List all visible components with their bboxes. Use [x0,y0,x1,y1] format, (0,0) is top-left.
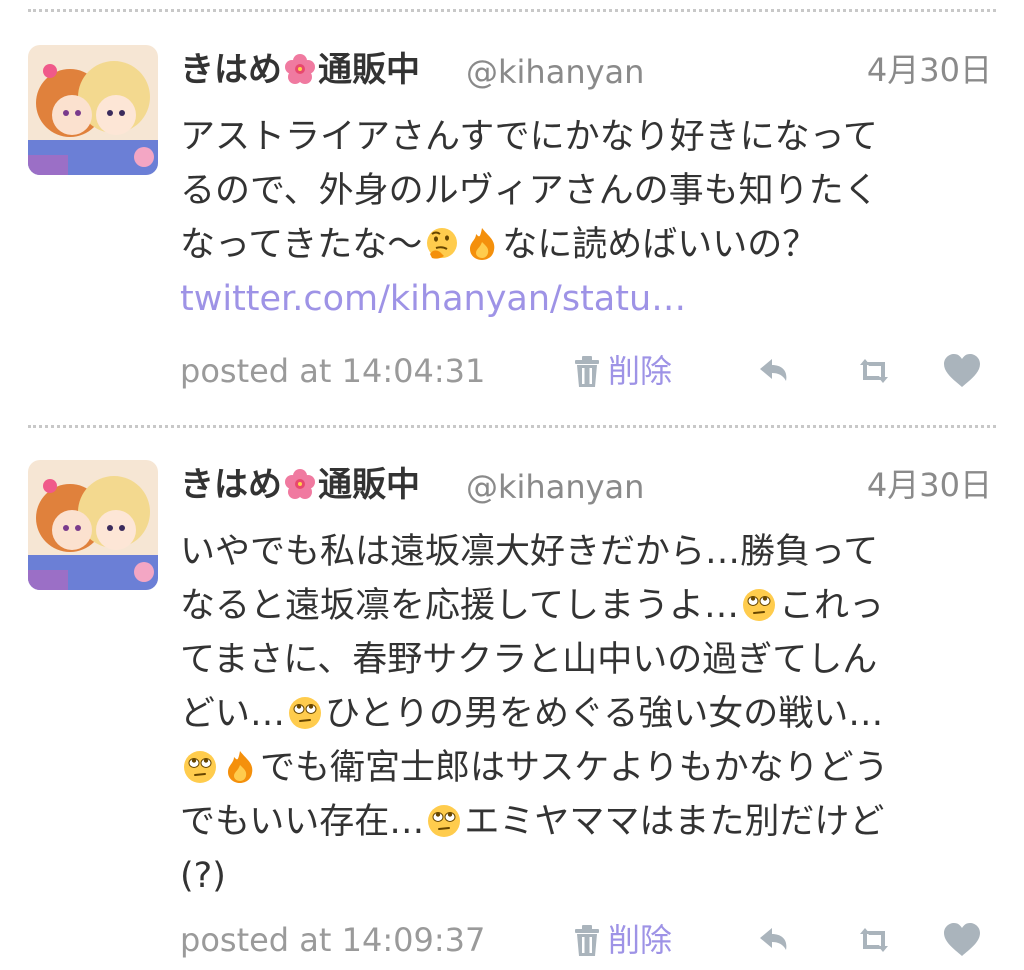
tweet-text-line: (?) [180,856,226,896]
avatar[interactable] [28,460,158,590]
tweet-header: きはめ 通販中 @kihanyan 4月30日 [180,50,992,92]
user-handle[interactable]: @kihanyan [466,467,644,507]
posted-timestamp[interactable]: posted at 14:04:31 [180,349,485,393]
retweet-icon[interactable] [854,920,894,960]
rolling-eyes-icon [182,749,218,785]
rolling-eyes-icon [287,695,323,731]
tweet-text-line: でもいい存在… エミヤママはまた別だけど [180,802,885,842]
user-handle[interactable]: @kihanyan [466,52,644,92]
display-name-text: 通販中 [318,465,420,505]
tweet-text: アストライアさんすでにかなり好きになって るので、外身のルヴィアさんの事も知りた… [180,110,1000,326]
tweet-text: いやでも私は遠坂凛大好きだから…勝負って なると遠坂凛を応援してしまうよ… これっ… [180,525,1000,903]
hibiscus-icon [284,468,316,500]
divider [28,9,996,12]
tweet-link[interactable]: twitter.com/kihanyan/statu… [180,279,686,319]
tweet-text-line: なってきたな〜 なに読めばいいの？ [180,225,818,265]
tweet-meta: posted at 14:09:37 削除 [180,918,992,962]
reply-icon[interactable] [754,351,794,391]
display-name-text: きはめ [180,465,282,505]
like-icon[interactable] [942,351,982,391]
tweet-text-line: てまさに、春野サクラと山中いの過ぎてしん [180,640,878,680]
divider [28,425,996,428]
fire-icon [464,226,500,262]
delete-label: 削除 [608,921,673,959]
tweet-date[interactable]: 4月30日 [867,50,992,90]
fire-icon [222,749,258,785]
tweet-text-line: いやでも私は遠坂凛大好きだから…勝負って [180,532,879,572]
tweet-date[interactable]: 4月30日 [867,465,992,505]
display-name[interactable]: きはめ 通販中 [180,50,420,90]
tweet-meta: posted at 14:04:31 削除 [180,349,992,393]
tweet-text-line: でも衛宮士郎はサスケよりもかなりどう [180,741,1000,795]
delete-button[interactable]: 削除 [572,349,672,393]
hibiscus-icon [284,53,316,85]
rolling-eyes-icon [741,587,777,623]
delete-button[interactable]: 削除 [572,918,672,962]
display-name-text: 通販中 [318,50,420,90]
tweet-header: きはめ 通販中 @kihanyan 4月30日 [180,465,992,507]
tweet-text-line: twitter.com/kihanyan/statu… [180,272,1000,326]
tweet-text-line: アストライアさんすでにかなり好きになって [180,117,878,157]
reply-icon[interactable] [754,920,794,960]
tweet-text-line: るので、外身のルヴィアさんの事も知りたく [180,171,879,211]
rolling-eyes-icon [426,803,462,839]
retweet-icon[interactable] [854,351,894,391]
display-name-text: きはめ [180,50,282,90]
avatar[interactable] [28,45,158,175]
trash-icon [575,356,599,387]
delete-label: 削除 [608,352,673,390]
posted-timestamp[interactable]: posted at 14:09:37 [180,918,485,962]
trash-icon [575,925,599,956]
like-icon[interactable] [942,920,982,960]
tweet-text-line: なると遠坂凛を応援してしまうよ… これっ [180,586,884,626]
display-name[interactable]: きはめ 通販中 [180,465,420,505]
thinking-face-icon [424,226,460,262]
tweet-text-line: どい… ひとりの男をめぐる強い女の戦い… [180,694,884,734]
